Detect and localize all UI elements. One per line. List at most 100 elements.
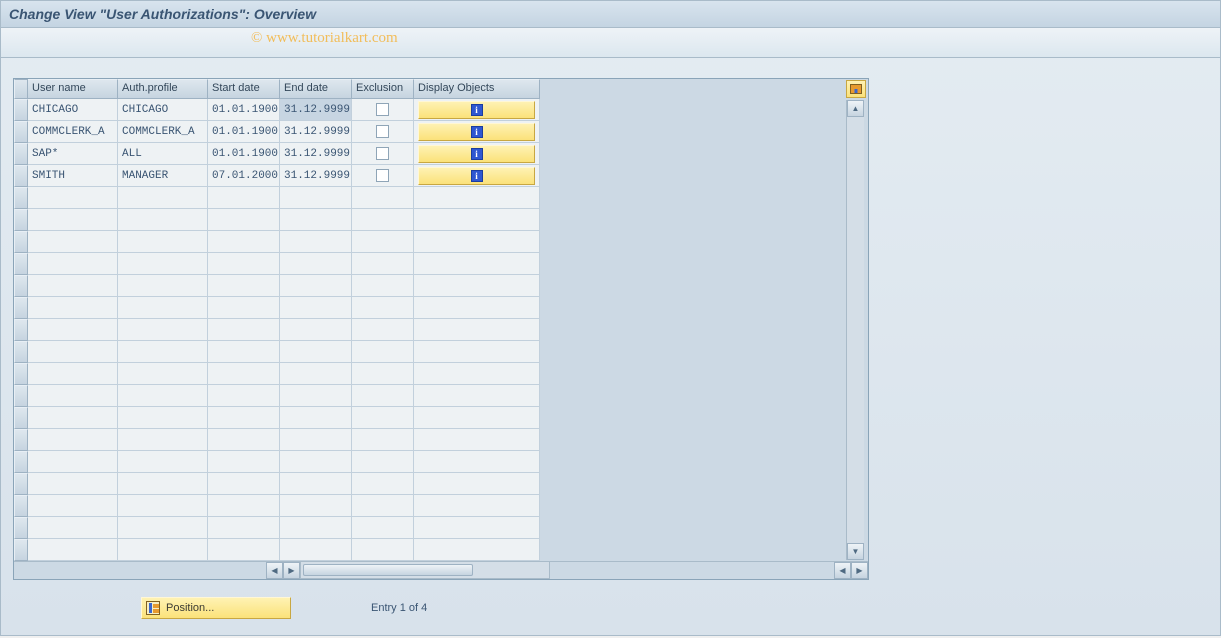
- cell-end-date[interactable]: [280, 517, 352, 539]
- cell-start-date[interactable]: [208, 187, 280, 209]
- cell-user[interactable]: [28, 539, 118, 561]
- cell-end-date[interactable]: [280, 407, 352, 429]
- column-header-user[interactable]: User name: [28, 79, 118, 99]
- cell-exclusion[interactable]: [352, 231, 414, 253]
- horizontal-scrollbar[interactable]: ◀ ▶ ◀ ▶: [14, 561, 868, 579]
- cell-user[interactable]: [28, 253, 118, 275]
- table-row[interactable]: [14, 429, 540, 451]
- display-objects-button[interactable]: i: [418, 145, 535, 163]
- cell-exclusion[interactable]: [352, 407, 414, 429]
- cell-end-date[interactable]: [280, 187, 352, 209]
- table-row[interactable]: [14, 495, 540, 517]
- cell-exclusion[interactable]: [352, 297, 414, 319]
- cell-exclusion[interactable]: [352, 341, 414, 363]
- cell-profile[interactable]: [118, 363, 208, 385]
- cell-end-date[interactable]: [280, 429, 352, 451]
- cell-start-date[interactable]: [208, 363, 280, 385]
- cell-end-date[interactable]: 31.12.9999: [280, 143, 352, 165]
- cell-profile[interactable]: [118, 451, 208, 473]
- row-selector[interactable]: [14, 517, 28, 539]
- table-row[interactable]: [14, 341, 540, 363]
- table-row[interactable]: [14, 231, 540, 253]
- cell-user[interactable]: [28, 187, 118, 209]
- cell-end-date[interactable]: 31.12.9999: [280, 121, 352, 143]
- table-row[interactable]: SAP*ALL01.01.190031.12.9999i: [14, 143, 540, 165]
- table-row[interactable]: [14, 363, 540, 385]
- table-row[interactable]: [14, 473, 540, 495]
- cell-start-date[interactable]: [208, 451, 280, 473]
- table-row[interactable]: [14, 319, 540, 341]
- cell-user[interactable]: [28, 473, 118, 495]
- cell-end-date[interactable]: [280, 209, 352, 231]
- cell-user[interactable]: [28, 385, 118, 407]
- row-selector[interactable]: [14, 209, 28, 231]
- cell-profile[interactable]: [118, 407, 208, 429]
- row-selector[interactable]: [14, 99, 28, 121]
- cell-exclusion[interactable]: [352, 473, 414, 495]
- row-selector[interactable]: [14, 275, 28, 297]
- column-header-exclusion[interactable]: Exclusion: [352, 79, 414, 99]
- cell-start-date[interactable]: [208, 407, 280, 429]
- cell-profile[interactable]: CHICAGO: [118, 99, 208, 121]
- display-objects-button[interactable]: i: [418, 101, 535, 119]
- cell-exclusion[interactable]: [352, 517, 414, 539]
- cell-user[interactable]: SAP*: [28, 143, 118, 165]
- row-selector[interactable]: [14, 319, 28, 341]
- cell-end-date[interactable]: [280, 231, 352, 253]
- hscroll-track[interactable]: [300, 561, 550, 579]
- cell-profile[interactable]: ALL: [118, 143, 208, 165]
- scroll-left-button-2[interactable]: ◀: [834, 562, 851, 579]
- cell-user[interactable]: [28, 407, 118, 429]
- scroll-up-button[interactable]: ▲: [847, 100, 864, 117]
- cell-exclusion[interactable]: [352, 495, 414, 517]
- cell-profile[interactable]: [118, 319, 208, 341]
- cell-exclusion[interactable]: [352, 385, 414, 407]
- cell-user[interactable]: COMMCLERK_A: [28, 121, 118, 143]
- cell-profile[interactable]: [118, 341, 208, 363]
- cell-profile[interactable]: [118, 209, 208, 231]
- row-selector[interactable]: [14, 429, 28, 451]
- cell-user[interactable]: [28, 275, 118, 297]
- row-selector[interactable]: [14, 473, 28, 495]
- table-row[interactable]: [14, 275, 540, 297]
- cell-user[interactable]: SMITH: [28, 165, 118, 187]
- cell-exclusion[interactable]: [352, 165, 414, 187]
- row-selector[interactable]: [14, 121, 28, 143]
- scroll-right-button-2[interactable]: ▶: [851, 562, 868, 579]
- cell-start-date[interactable]: 01.01.1900: [208, 99, 280, 121]
- cell-end-date[interactable]: [280, 451, 352, 473]
- cell-start-date[interactable]: [208, 429, 280, 451]
- table-row[interactable]: [14, 539, 540, 561]
- cell-start-date[interactable]: [208, 209, 280, 231]
- cell-end-date[interactable]: [280, 253, 352, 275]
- cell-exclusion[interactable]: [352, 363, 414, 385]
- column-header-display[interactable]: Display Objects: [414, 79, 540, 99]
- cell-profile[interactable]: [118, 275, 208, 297]
- scrollbar-track[interactable]: [847, 117, 864, 543]
- configure-columns-button[interactable]: [846, 80, 866, 98]
- table-row[interactable]: [14, 517, 540, 539]
- position-button[interactable]: Position...: [141, 597, 291, 619]
- row-selector[interactable]: [14, 297, 28, 319]
- exclusion-checkbox[interactable]: [376, 125, 389, 138]
- column-header-end[interactable]: End date: [280, 79, 352, 99]
- row-selector[interactable]: [14, 341, 28, 363]
- row-selector[interactable]: [14, 187, 28, 209]
- cell-profile[interactable]: [118, 429, 208, 451]
- cell-user[interactable]: [28, 209, 118, 231]
- column-header-profile[interactable]: Auth.profile: [118, 79, 208, 99]
- cell-start-date[interactable]: [208, 253, 280, 275]
- cell-profile[interactable]: COMMCLERK_A: [118, 121, 208, 143]
- cell-exclusion[interactable]: [352, 253, 414, 275]
- cell-exclusion[interactable]: [352, 451, 414, 473]
- cell-profile[interactable]: MANAGER: [118, 165, 208, 187]
- column-header-start[interactable]: Start date: [208, 79, 280, 99]
- exclusion-checkbox[interactable]: [376, 147, 389, 160]
- table-row[interactable]: [14, 297, 540, 319]
- cell-end-date[interactable]: 31.12.9999: [280, 165, 352, 187]
- cell-start-date[interactable]: [208, 473, 280, 495]
- row-selector[interactable]: [14, 253, 28, 275]
- cell-exclusion[interactable]: [352, 143, 414, 165]
- row-selector[interactable]: [14, 385, 28, 407]
- display-objects-button[interactable]: i: [418, 167, 535, 185]
